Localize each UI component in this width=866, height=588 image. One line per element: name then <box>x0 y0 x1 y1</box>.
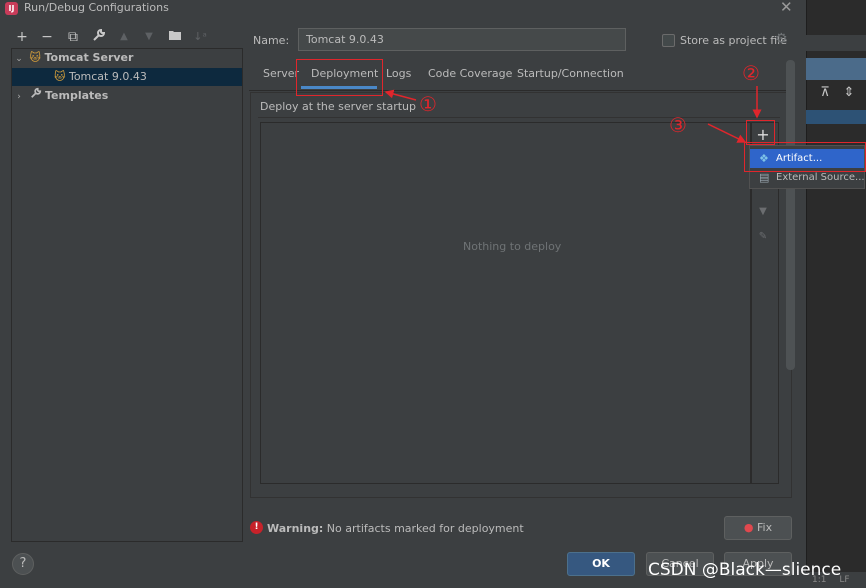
tree-item-label: Tomcat Server <box>44 51 134 64</box>
warning-message: Warning: No artifacts marked for deploym… <box>267 522 524 535</box>
bulb-icon: ● <box>743 521 754 534</box>
sort-icon[interactable]: ↓ᵃ <box>191 28 209 46</box>
remove-icon[interactable]: − <box>38 28 56 46</box>
tree-item-tomcat-config[interactable]: 🐱 Tomcat 9.0.43 <box>12 68 242 86</box>
annotation-number-3: ③ <box>669 113 687 137</box>
tree-item-label: Templates <box>45 89 109 102</box>
background-ide-selection <box>806 110 866 124</box>
warning-label: Warning: <box>267 522 324 535</box>
annotation-box-deployment-tab <box>296 59 383 96</box>
menu-item-label: External Source... <box>776 172 865 183</box>
deployment-list[interactable] <box>260 122 751 484</box>
move-up-icon[interactable]: ▲ <box>115 28 133 46</box>
name-input[interactable]: Tomcat 9.0.43 <box>298 28 626 51</box>
tomcat-icon: 🐱 <box>54 70 66 83</box>
fix-button[interactable]: ● Fix <box>724 516 792 540</box>
intellij-idea-icon: IJ <box>5 2 18 15</box>
copy-icon[interactable]: ⧉ <box>64 28 82 46</box>
name-label: Name: <box>253 34 290 47</box>
move-down-icon[interactable]: ▼ <box>753 204 773 220</box>
help-button[interactable]: ? <box>12 553 34 575</box>
edit-icon[interactable]: ✎ <box>753 229 773 245</box>
store-as-project-checkbox[interactable] <box>662 34 675 47</box>
chevron-down-icon[interactable]: ⌄ <box>12 50 26 68</box>
window-title: Run/Debug Configurations <box>24 1 169 14</box>
tree-item-templates[interactable]: › Templates <box>12 87 242 105</box>
configuration-tree <box>11 48 243 542</box>
gear-icon[interactable]: ⚙ <box>775 31 788 47</box>
wrench-icon <box>30 87 46 102</box>
ok-button[interactable]: OK <box>567 552 635 576</box>
tree-item-label: Tomcat 9.0.43 <box>68 70 147 83</box>
collapse-icon[interactable]: ⇕ <box>841 85 857 101</box>
background-ide-bar <box>806 35 866 51</box>
store-as-project-label[interactable]: Store as project file <box>680 34 787 47</box>
annotation-number-1: ① <box>419 92 437 116</box>
background-ide-strip <box>806 0 866 588</box>
wrench-icon[interactable] <box>90 28 108 46</box>
tomcat-icon: 🐱 <box>29 51 41 64</box>
warning-text: No artifacts marked for deployment <box>323 522 524 535</box>
align-top-icon[interactable]: ⊼ <box>817 85 833 101</box>
add-icon[interactable]: + <box>13 28 31 46</box>
watermark-text: CSDN @Black—slience <box>648 560 842 580</box>
chevron-right-icon[interactable]: › <box>12 88 26 106</box>
new-folder-icon[interactable] <box>166 28 184 46</box>
background-ide-header <box>806 58 866 80</box>
tree-item-tomcat-server[interactable]: ⌄ 🐱 Tomcat Server <box>12 49 242 67</box>
close-icon[interactable]: ✕ <box>780 0 793 16</box>
empty-list-text: Nothing to deploy <box>463 240 562 253</box>
annotation-number-2: ② <box>742 61 760 85</box>
fix-label: Fix <box>757 521 773 534</box>
tab-server[interactable]: Server <box>263 67 299 85</box>
warning-icon: ! <box>250 521 263 534</box>
move-down-icon[interactable]: ▼ <box>140 28 158 46</box>
